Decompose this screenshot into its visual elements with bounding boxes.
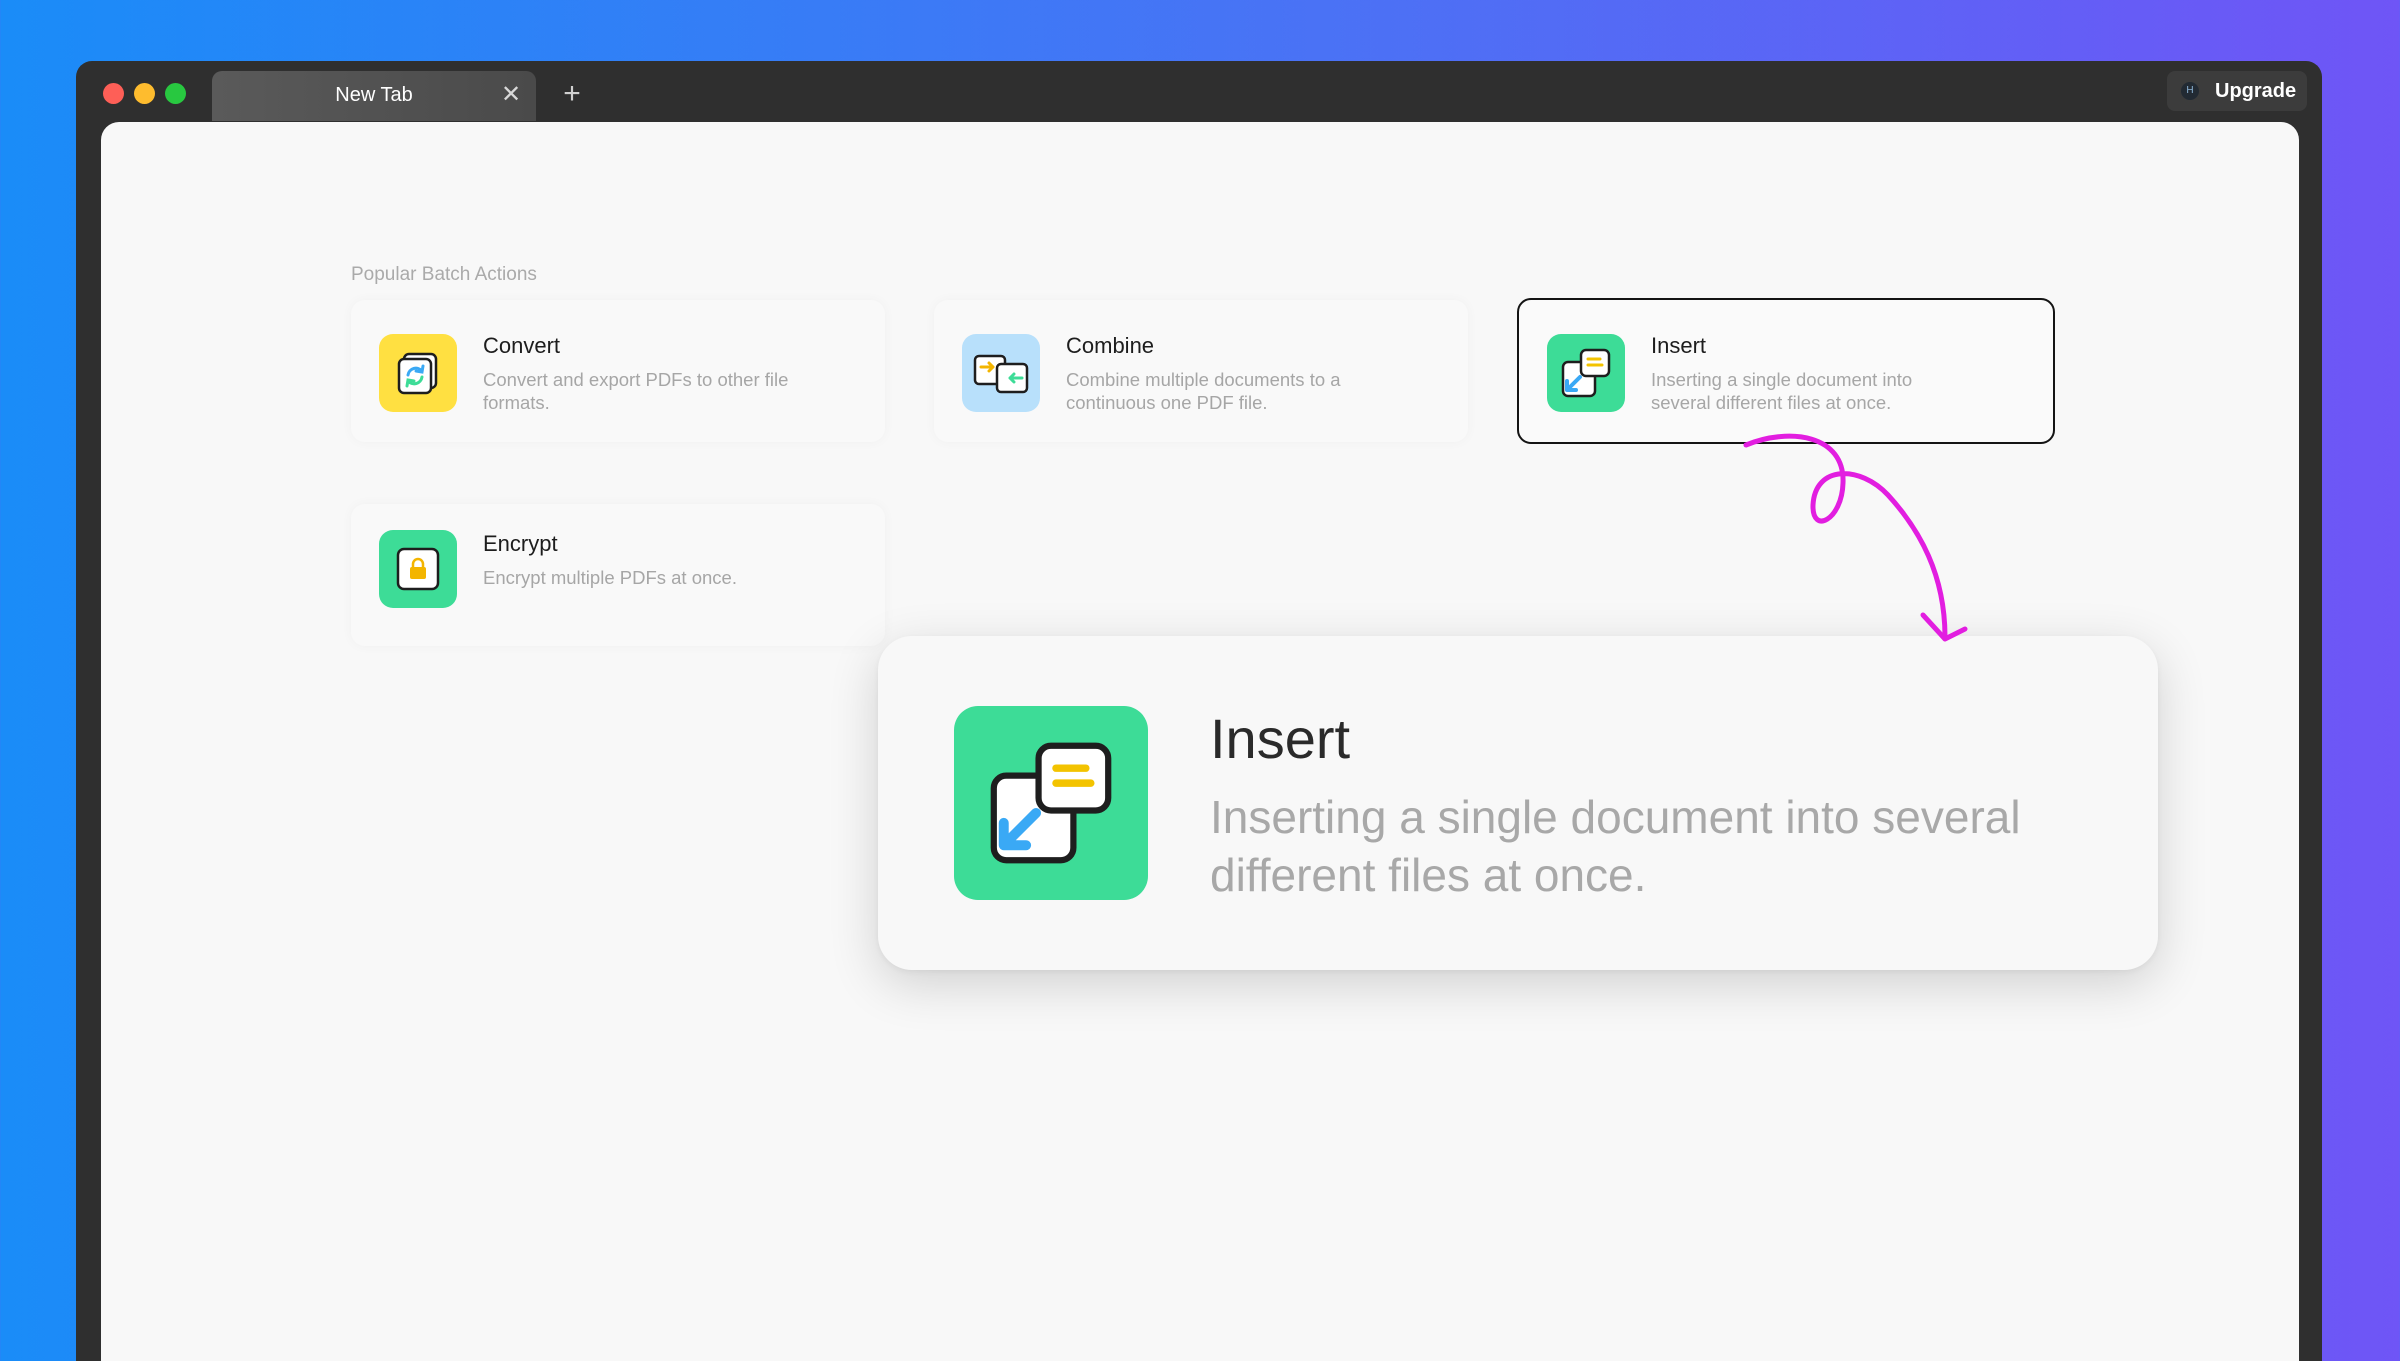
section-title: Popular Batch Actions (351, 264, 537, 285)
new-tab-plus-icon[interactable]: + (556, 78, 588, 110)
insert-callout-zoom: Insert Inserting a single document into … (878, 636, 2158, 970)
action-title: Combine (1066, 333, 1155, 358)
combine-icon (962, 334, 1040, 412)
close-window-button[interactable] (103, 83, 124, 104)
annotation-arrow-icon (1743, 433, 1968, 642)
action-card-encrypt[interactable]: Encrypt Encrypt multiple PDFs at once. (351, 504, 885, 646)
upgrade-label: Upgrade (2215, 80, 2297, 102)
action-card-combine[interactable]: Combine Combine multiple documents to a … (934, 300, 1468, 442)
tab-new-tab[interactable]: New Tab ✕ (212, 71, 536, 121)
action-description: Encrypt multiple PDFs at once. (483, 567, 737, 588)
tab-label: New Tab (335, 84, 413, 106)
callout-title: Insert (1210, 707, 1351, 770)
upgrade-button[interactable]: H Upgrade (2167, 71, 2307, 111)
action-card-convert[interactable]: Convert Convert and export PDFs to other… (351, 300, 885, 442)
action-title: Convert (483, 333, 561, 358)
minimize-window-button[interactable] (134, 83, 155, 104)
maximize-window-button[interactable] (165, 83, 186, 104)
encrypt-icon (379, 530, 457, 608)
action-description: Convert and export PDFs to other file fo… (483, 369, 789, 413)
action-description: Combine multiple documents to a continuo… (1066, 369, 1341, 413)
close-icon[interactable]: ✕ (498, 82, 524, 108)
insert-icon (1547, 334, 1625, 412)
action-title: Insert (1651, 333, 1707, 358)
action-card-insert[interactable]: Insert Inserting a single document into … (1517, 298, 2055, 444)
callout-description: Inserting a single document into several… (1210, 791, 2021, 901)
action-title: Encrypt (483, 531, 558, 556)
convert-icon (379, 334, 457, 412)
action-description: Inserting a single document into several… (1651, 369, 1913, 413)
account-badge-icon: H (2181, 82, 2199, 100)
insert-icon (954, 706, 1148, 900)
